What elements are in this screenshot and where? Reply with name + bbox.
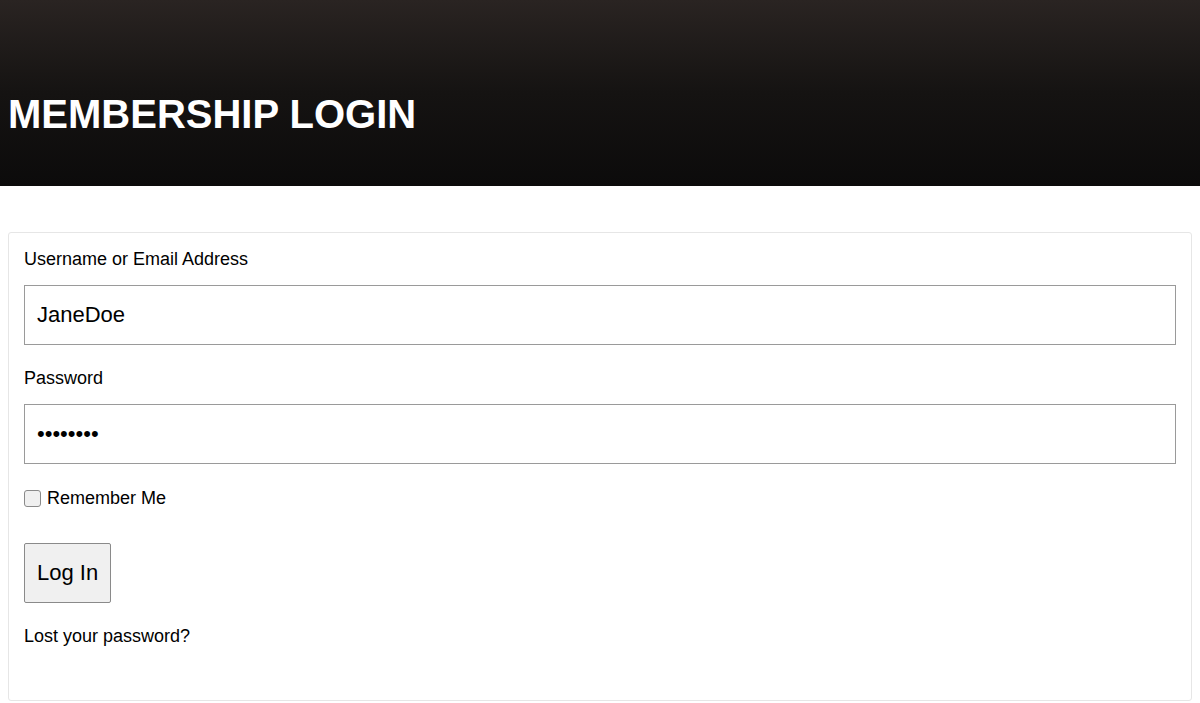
login-button[interactable]: Log In	[24, 543, 111, 603]
login-card: Username or Email Address JaneDoe Password…	[8, 232, 1192, 701]
lost-password-link[interactable]: Lost your password?	[24, 625, 190, 647]
field-label: Username or Email Address	[24, 247, 1176, 271]
remember-row[interactable]: Remember Me	[24, 487, 1176, 509]
page-title: MEMBERSHIP LOGIN	[8, 90, 416, 138]
header-banner: MEMBERSHIP LOGIN	[0, 0, 1200, 186]
remember-label[interactable]: Remember Me	[47, 487, 166, 509]
remember-checkbox[interactable]	[24, 490, 41, 507]
text-input[interactable]: JaneDoe	[24, 285, 1176, 345]
field-label: Password	[24, 366, 1176, 390]
login-page: MEMBERSHIP LOGIN Username or Email Addres…	[0, 0, 1200, 703]
text-input[interactable]: ••••••••	[24, 404, 1176, 464]
form-field: Username or Email Address JaneDoe	[24, 247, 1176, 345]
form-field: Password ••••••••	[24, 366, 1176, 464]
